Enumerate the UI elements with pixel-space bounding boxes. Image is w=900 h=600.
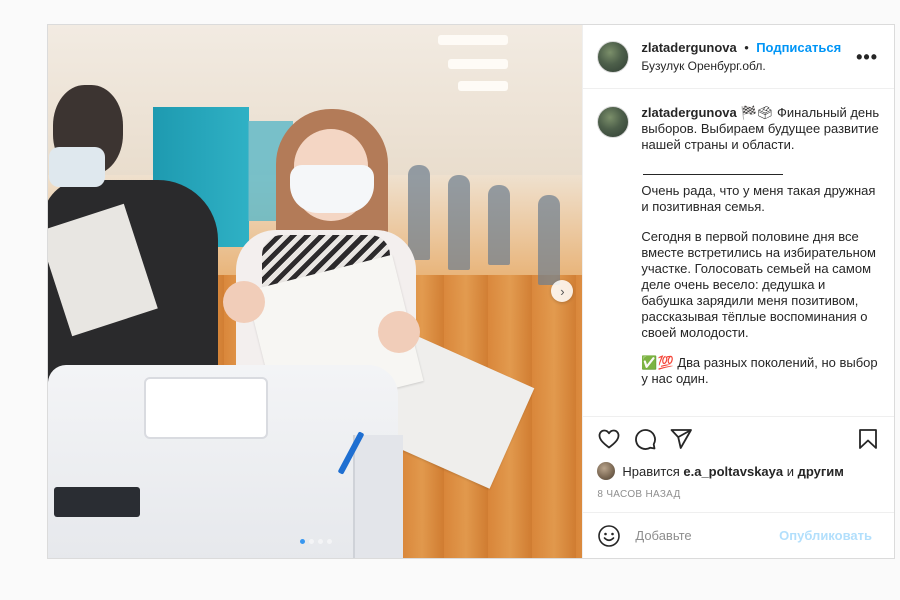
post-card: › zlatadergunova • Подписаться Бузулук О… (47, 24, 895, 559)
avatar[interactable] (597, 462, 616, 480)
background-person (488, 185, 510, 265)
comments-area[interactable]: zlatadergunova 🏁🗳 Финальный день выборов.… (583, 89, 894, 416)
likes-conjunction: и (786, 463, 794, 479)
others-link[interactable]: другим (798, 464, 844, 479)
post-header: zlatadergunova • Подписаться Бузулук Оре… (583, 25, 894, 89)
caption-paragraph: ✅💯 Два разных поколений, но выбор у нас … (641, 355, 878, 386)
carousel-dot (318, 539, 323, 544)
hand (223, 281, 265, 323)
share-icon[interactable] (669, 427, 693, 451)
action-bar (597, 417, 880, 461)
post-timestamp[interactable]: 8 ЧАСОВ НАЗАД (597, 489, 880, 500)
ballot-machine-slot (144, 377, 268, 439)
caption-text: zlatadergunova 🏁🗳 Финальный день выборов.… (641, 105, 880, 401)
caption-row: zlatadergunova 🏁🗳 Финальный день выборов.… (597, 105, 880, 401)
emoji-icon[interactable] (597, 524, 621, 548)
ceiling-light (438, 35, 508, 45)
caption-paragraph: Сегодня в первой половине дня все вместе… (641, 229, 876, 340)
likes-row: Нравится e.a_poltavskaya и другим (597, 461, 880, 481)
ballot-machine-panel (54, 487, 140, 517)
background-person (448, 175, 470, 270)
caption-paragraph: Очень рада, что у меня такая дружная и п… (641, 183, 876, 214)
ceiling-light (458, 81, 508, 91)
header-text: zlatadergunova • Подписаться Бузулук Оре… (641, 39, 841, 75)
caption-username-link[interactable]: zlatadergunova (641, 105, 736, 120)
publish-button[interactable]: Опубликовать (779, 528, 872, 543)
separator-bullet: • (744, 39, 749, 55)
man-mask (49, 147, 105, 187)
location-link[interactable]: Бузулук Оренбург.обл. (641, 58, 841, 75)
background-person (538, 195, 560, 285)
ceiling-light (448, 59, 508, 69)
avatar[interactable] (597, 106, 630, 138)
post-photo[interactable]: › (48, 25, 583, 558)
likes-prefix: Нравится (622, 463, 680, 479)
more-icon[interactable]: ••• (856, 47, 878, 68)
bookmark-icon[interactable] (856, 427, 880, 451)
carousel-dot (300, 539, 305, 544)
girl-mask (290, 165, 374, 213)
actions-area: Нравится e.a_poltavskaya и другим 8 ЧАСО… (583, 416, 894, 512)
username-link[interactable]: zlatadergunova (641, 40, 736, 55)
heart-icon[interactable] (597, 427, 621, 451)
comment-icon[interactable] (633, 427, 657, 451)
background-person (408, 165, 430, 260)
chevron-right-icon: › (560, 283, 565, 299)
comment-form: Опубликовать (583, 512, 894, 558)
carousel-dots (300, 539, 332, 544)
divider-line (643, 174, 784, 175)
liker-username-link[interactable]: e.a_poltavskaya (683, 464, 783, 479)
avatar[interactable] (597, 40, 630, 73)
carousel-dot (327, 539, 332, 544)
carousel-dot (309, 539, 314, 544)
post-side-panel: zlatadergunova • Подписаться Бузулук Оре… (582, 25, 894, 558)
ballot-machine-side (353, 435, 403, 558)
hand (378, 311, 420, 353)
follow-button[interactable]: Подписаться (756, 40, 841, 55)
